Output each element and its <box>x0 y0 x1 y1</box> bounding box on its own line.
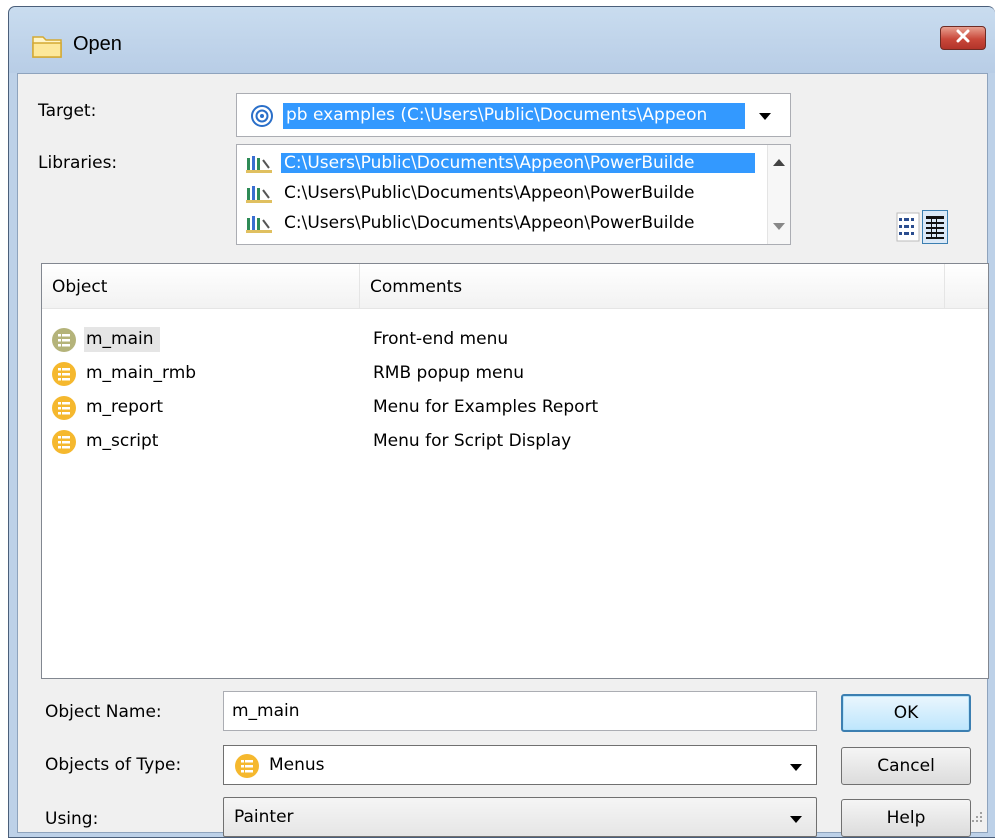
list-view-icon[interactable] <box>896 212 920 247</box>
table-row[interactable]: m_script Menu for Script Display <box>42 424 988 458</box>
libraries-list[interactable]: C:\Users\Public\Documents\Appeon\PowerBu… <box>236 144 791 245</box>
library-path: C:\Users\Public\Documents\Appeon\PowerBu… <box>284 183 695 203</box>
object-name: m_main_rmb <box>86 363 197 383</box>
object-name: m_report <box>86 397 163 417</box>
objects-of-type-dropdown[interactable]: Menus <box>223 745 817 785</box>
chevron-down-icon[interactable] <box>790 764 802 771</box>
using-label: Using: <box>45 809 99 829</box>
menu-icon <box>234 753 260 784</box>
target-label: Target: <box>38 101 97 121</box>
object-comment: Menu for Examples Report <box>373 397 599 417</box>
menu-icon <box>51 327 77 358</box>
scroll-down-icon[interactable] <box>773 223 785 230</box>
cancel-button[interactable]: Cancel <box>841 747 971 785</box>
target-value: pb examples (C:\Users\Public\Documents\A… <box>283 103 745 129</box>
column-header-object[interactable]: Object <box>42 264 360 309</box>
menu-icon <box>51 361 77 392</box>
target-dropdown[interactable]: pb examples (C:\Users\Public\Documents\A… <box>236 93 791 137</box>
object-name: m_main <box>84 327 160 352</box>
library-icon <box>245 212 277 241</box>
object-comment: RMB popup menu <box>373 363 525 383</box>
using-dropdown[interactable]: Painter <box>223 797 817 837</box>
open-dialog: Open Target: pb examples (C:\Users\Publi… <box>8 6 995 838</box>
target-icon <box>250 104 274 133</box>
column-header-comments[interactable]: Comments <box>360 264 945 309</box>
close-icon <box>955 28 971 48</box>
object-name-value: m_main <box>232 701 300 721</box>
menu-icon <box>51 395 77 426</box>
library-item[interactable]: C:\Users\Public\Documents\Appeon\PowerBu… <box>243 180 763 208</box>
object-name-label: Object Name: <box>45 702 162 722</box>
chevron-down-icon[interactable] <box>790 816 802 823</box>
view-toggle-group <box>896 210 948 244</box>
objects-list[interactable]: Object Comments m_main Front-end menu m_… <box>41 263 989 679</box>
library-icon <box>245 152 277 181</box>
using-value: Painter <box>234 807 294 827</box>
objects-of-type-label: Objects of Type: <box>45 755 182 775</box>
library-path: C:\Users\Public\Documents\Appeon\PowerBu… <box>284 213 695 233</box>
object-comment: Menu for Script Display <box>373 431 572 451</box>
details-view-icon[interactable] <box>922 210 948 249</box>
help-button[interactable]: Help <box>841 799 971 837</box>
dialog-client: Target: pb examples (C:\Users\Public\Doc… <box>17 73 989 837</box>
library-icon <box>245 182 277 211</box>
title-bar[interactable]: Open <box>9 7 995 73</box>
menu-icon <box>51 429 77 460</box>
library-item[interactable]: C:\Users\Public\Documents\Appeon\PowerBu… <box>243 150 763 178</box>
object-name-input[interactable]: m_main <box>223 691 817 731</box>
folder-open-icon <box>31 33 65 64</box>
ok-button[interactable]: OK <box>841 694 971 732</box>
close-button[interactable] <box>940 26 986 50</box>
object-comment: Front-end menu <box>373 329 509 349</box>
table-row[interactable]: m_main Front-end menu <box>42 322 988 356</box>
table-row[interactable]: m_main_rmb RMB popup menu <box>42 356 988 390</box>
chevron-down-icon[interactable] <box>759 113 771 120</box>
window-title: Open <box>73 33 122 55</box>
object-name: m_script <box>86 431 159 451</box>
table-row[interactable]: m_report Menu for Examples Report <box>42 390 988 424</box>
scroll-up-icon[interactable] <box>773 159 785 166</box>
list-header: Object Comments <box>42 264 988 309</box>
libraries-label: Libraries: <box>38 153 118 173</box>
library-item[interactable]: C:\Users\Public\Documents\Appeon\PowerBu… <box>243 210 763 238</box>
objects-of-type-value: Menus <box>269 755 325 775</box>
library-path: C:\Users\Public\Documents\Appeon\PowerBu… <box>281 153 755 173</box>
libraries-scrollbar[interactable] <box>767 145 790 244</box>
resize-grip-icon[interactable] <box>971 808 983 828</box>
